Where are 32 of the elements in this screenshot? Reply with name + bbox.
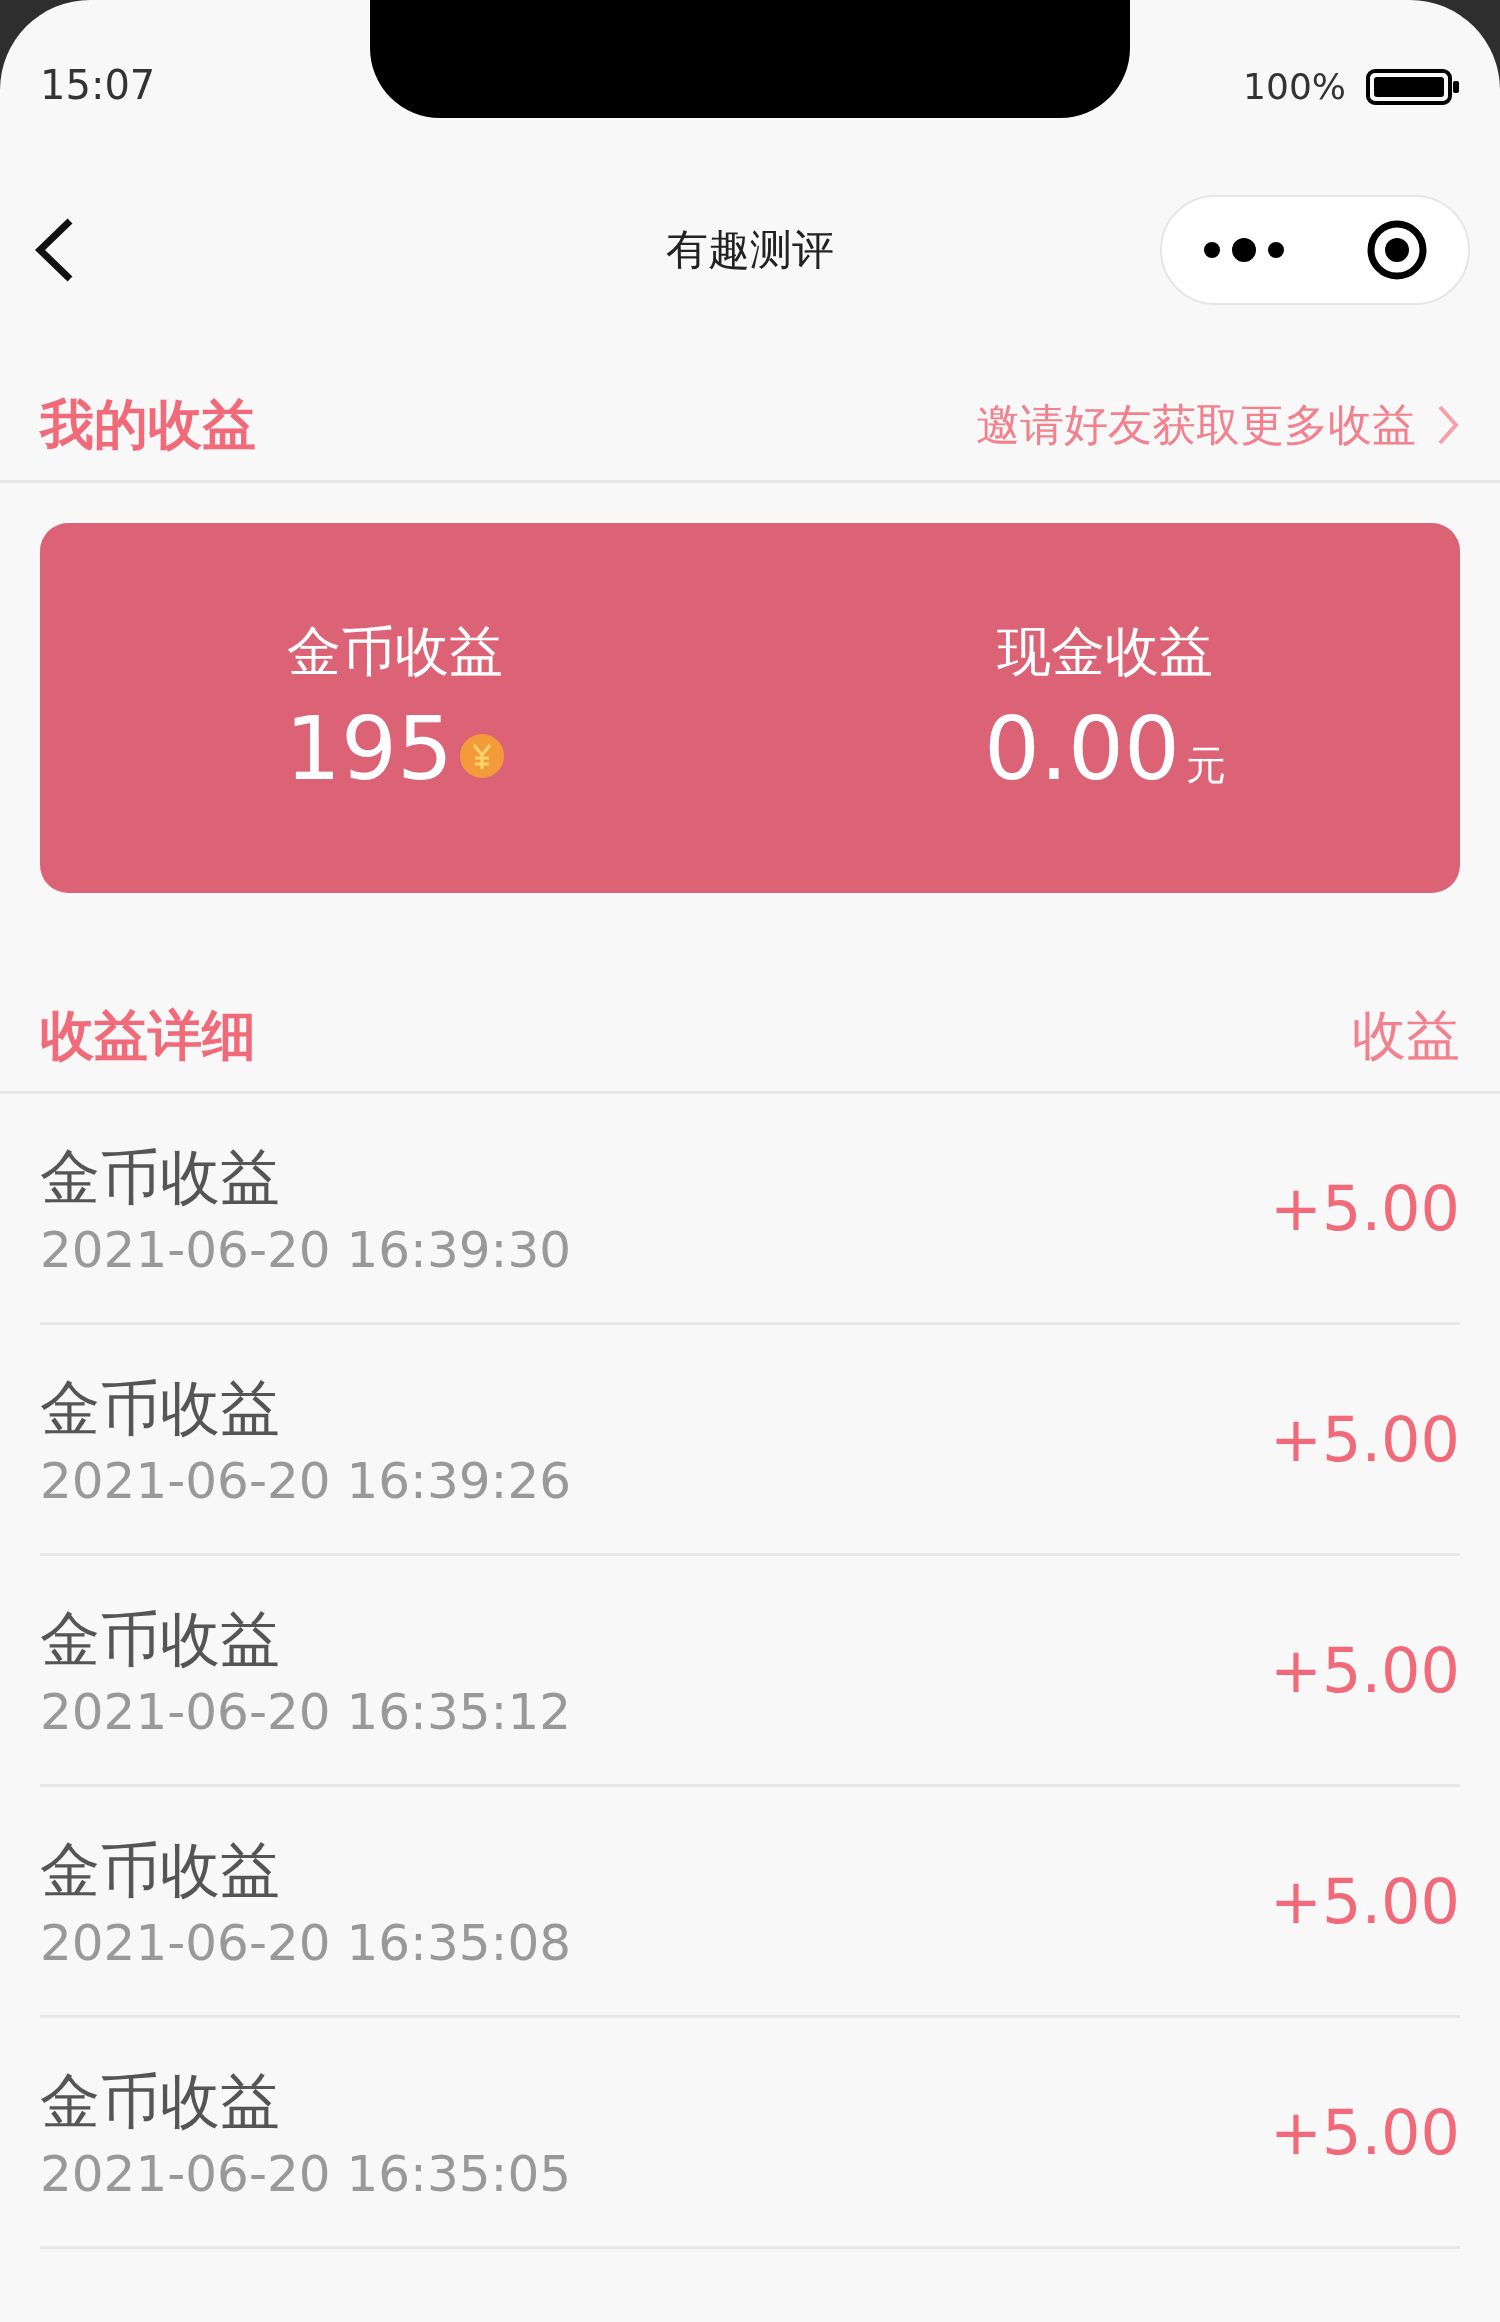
earning-value: 195 (285, 697, 453, 800)
page-title: 有趣测评 (666, 224, 834, 276)
section-title: 收益详细 (40, 1002, 256, 1069)
record-title: 金币收益 (40, 1140, 281, 1214)
record-amount: +5.00 (1270, 2095, 1460, 2169)
record-amount: +5.00 (1270, 1864, 1460, 1938)
close-icon[interactable] (1366, 219, 1428, 281)
clock-time: 15:07 (40, 62, 156, 108)
chevron-right-icon (1436, 403, 1460, 447)
record-amount: +5.00 (1270, 1633, 1460, 1707)
record-amount: +5.00 (1270, 1402, 1460, 1476)
earning-value: 0.00 (984, 697, 1180, 800)
section-title: 我的收益 (40, 391, 256, 458)
record-title: 金币收益 (40, 2064, 281, 2138)
coin-icon (459, 733, 505, 779)
currency-unit: 元 (1185, 741, 1226, 790)
earning-label: 现金收益 (997, 619, 1213, 685)
column-header: 收益 (1352, 1002, 1460, 1069)
more-icon[interactable] (1202, 237, 1286, 263)
record-title: 金币收益 (40, 1833, 281, 1907)
record-amount: +5.00 (1270, 1171, 1460, 1245)
record-time: 2021-06-20 16:35:05 (40, 2144, 572, 2203)
record-time: 2021-06-20 16:35:08 (40, 1913, 572, 1972)
record-time: 2021-06-20 16:39:26 (40, 1451, 572, 1510)
earning-label: 金币收益 (287, 619, 503, 685)
record-title: 金币收益 (40, 1371, 281, 1445)
battery-percentage: 100% (1243, 66, 1346, 107)
invite-link[interactable]: 邀请好友获取更多收益 (976, 395, 1460, 455)
record-title: 金币收益 (40, 1602, 281, 1676)
record-time: 2021-06-20 16:39:30 (40, 1220, 572, 1279)
battery-icon (1366, 68, 1460, 105)
record-time: 2021-06-20 16:35:12 (40, 1682, 572, 1741)
